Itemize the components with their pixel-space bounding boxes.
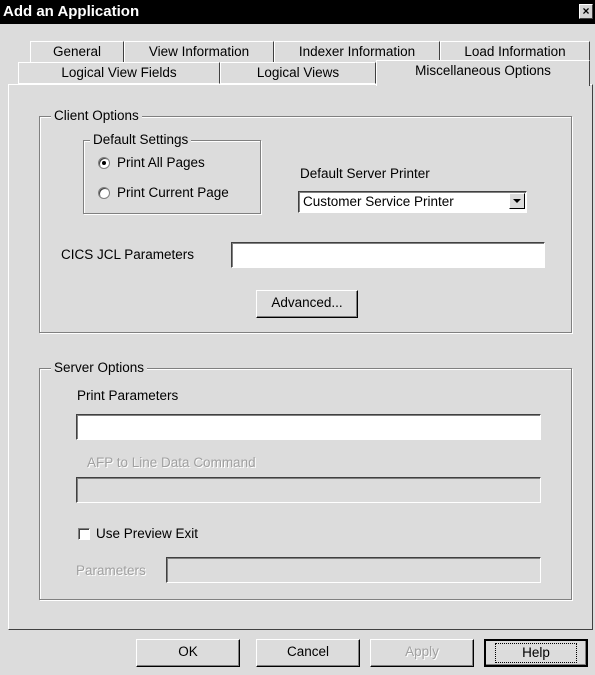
cancel-button-label: Cancel [286, 644, 330, 659]
parameters-label: Parameters [76, 563, 146, 578]
print-parameters-label: Print Parameters [77, 388, 179, 403]
advanced-button-label: Advanced... [271, 295, 343, 310]
radio-selected-dot [102, 161, 106, 165]
default-server-printer-dropdown[interactable]: Customer Service Printer [298, 191, 527, 213]
tab-logical-view-fields[interactable]: Logical View Fields [18, 62, 220, 84]
parameters-input[interactable] [166, 557, 541, 583]
close-icon[interactable]: × [579, 4, 593, 19]
ok-button[interactable]: OK [136, 639, 240, 667]
tab-label: View Information [148, 44, 250, 59]
print-current-page-radio[interactable] [98, 187, 110, 199]
tab-logical-views[interactable]: Logical Views [220, 62, 376, 84]
help-button-label: Help [495, 643, 577, 663]
apply-button[interactable]: Apply [370, 639, 474, 667]
print-parameters-input[interactable] [76, 414, 541, 440]
server-options-legend: Server Options [51, 360, 148, 376]
apply-button-label: Apply [405, 644, 439, 659]
cancel-button[interactable]: Cancel [256, 639, 360, 667]
advanced-button[interactable]: Advanced... [256, 290, 358, 318]
dropdown-value: Customer Service Printer [303, 194, 454, 209]
tab-label: Logical View Fields [61, 65, 177, 80]
default-server-printer-label: Default Server Printer [300, 166, 430, 181]
tab-label: Logical Views [256, 65, 340, 80]
default-settings-legend: Default Settings [90, 132, 192, 148]
afp-command-label: AFP to Line Data Command [87, 455, 256, 470]
chevron-down-icon[interactable] [509, 193, 525, 209]
tab-label: General [52, 44, 102, 59]
close-glyph: × [582, 4, 590, 18]
ok-button-label: OK [178, 644, 198, 659]
print-all-pages-label: Print All Pages [117, 155, 205, 170]
tab-view-information[interactable]: View Information [124, 41, 274, 63]
tab-general[interactable]: General [30, 41, 124, 63]
afp-command-input[interactable] [76, 477, 541, 503]
client-options-legend: Client Options [51, 108, 142, 124]
tab-label: Load Information [464, 44, 566, 59]
tab-label: Miscellaneous Options [415, 63, 551, 78]
cics-jcl-input[interactable] [231, 242, 545, 268]
tab-label: Indexer Information [298, 44, 416, 59]
default-settings-group [83, 140, 261, 214]
print-current-page-label: Print Current Page [117, 185, 229, 200]
window-title-bar[interactable]: Add an Application [0, 0, 595, 24]
print-all-pages-radio[interactable] [98, 157, 110, 169]
help-button[interactable]: Help [484, 639, 588, 667]
window-title: Add an Application [3, 3, 140, 20]
use-preview-exit-label: Use Preview Exit [96, 526, 199, 541]
tab-miscellaneous-options[interactable]: Miscellaneous Options [376, 60, 590, 86]
cics-jcl-label: CICS JCL Parameters [61, 247, 195, 262]
use-preview-exit-checkbox[interactable] [78, 528, 90, 540]
